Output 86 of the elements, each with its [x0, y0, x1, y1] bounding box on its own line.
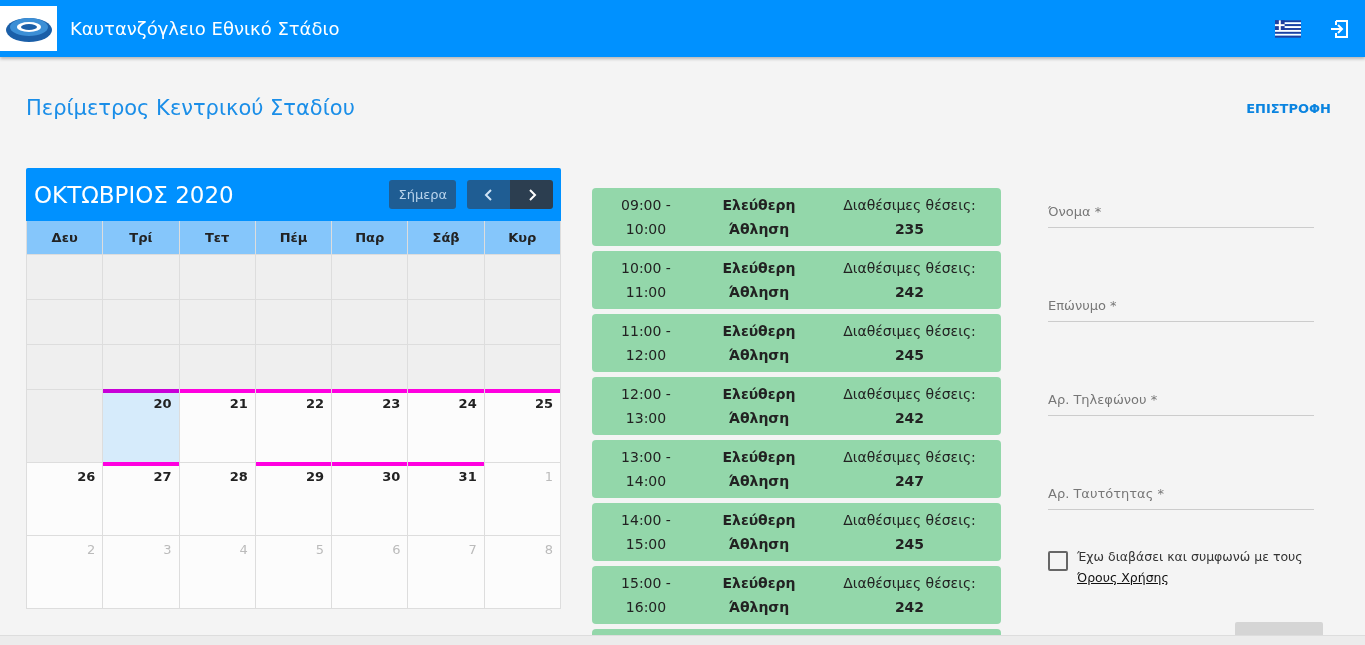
- weekday-header: Πέμ: [255, 221, 333, 255]
- day-number: 8: [544, 541, 554, 557]
- day-number: 21: [229, 395, 249, 411]
- day-cell[interactable]: 22: [255, 390, 333, 463]
- slot-activity: Ελεύθερη Άθληση: [722, 386, 796, 426]
- weekday-header: Σάβ: [408, 221, 485, 255]
- slot-time: 13:00 - 14:00: [621, 449, 671, 489]
- text-field[interactable]: Όνομα *: [1048, 188, 1314, 228]
- weekday-header: Παρ: [332, 221, 409, 255]
- back-link[interactable]: ΕΠΙΣΤΡΟΦΗ: [1246, 100, 1331, 116]
- day-cell[interactable]: 27: [103, 463, 180, 536]
- previous-button[interactable]: [467, 180, 510, 209]
- available-seats: Διαθέσιμες θέσεις: 235: [818, 197, 1001, 241]
- page-title: Περίμετρος Κεντρικού Σταδίου: [26, 96, 355, 120]
- app-title: Καυτανζόγλειο Εθνικό Στάδιο: [70, 18, 341, 39]
- text-field[interactable]: Αρ. Τηλεφώνου *: [1048, 376, 1314, 416]
- day-number: 29: [306, 468, 326, 484]
- day-number: 7: [468, 541, 478, 557]
- day-number: 22: [306, 395, 326, 411]
- day-number: 27: [153, 468, 173, 484]
- time-slot-card[interactable]: 14:00 - 15:00 Ελεύθερη Άθληση Διαθέσιμες θέσεις: 245: [592, 503, 1001, 561]
- day-cell[interactable]: 24: [408, 390, 485, 463]
- stadium-logo: [0, 6, 57, 51]
- available-seats: Διαθέσιμες θέσεις: 242: [818, 386, 1001, 430]
- day-cell[interactable]: 31: [408, 463, 485, 536]
- slot-time: 14:00 - 15:00: [621, 512, 671, 552]
- day-number: 30: [382, 468, 402, 484]
- day-number: 6: [392, 541, 402, 557]
- slot-time: 12:00 - 13:00: [621, 386, 671, 426]
- day-number: 26: [77, 468, 97, 484]
- day-number: 24: [458, 395, 478, 411]
- slot-activity: Ελεύθερη Άθληση: [722, 197, 796, 237]
- day-cell[interactable]: 21: [179, 390, 256, 463]
- weekday-header: Τρί: [103, 221, 180, 255]
- day-number: 20: [153, 395, 173, 411]
- time-slot-card[interactable]: 09:00 - 10:00 Ελεύθερη Άθληση Διαθέσιμες θέσεις: 235: [592, 188, 1001, 246]
- time-slot-card[interactable]: 15:00 - 16:00 Ελεύθερη Άθληση Διαθέσιμες θέσεις: 242: [592, 566, 1001, 624]
- day-number: 2: [87, 541, 97, 557]
- day-number: 28: [229, 468, 249, 484]
- chevron-right-icon: [526, 187, 537, 202]
- next-button[interactable]: [510, 180, 553, 209]
- chevron-left-icon: [483, 187, 494, 202]
- time-slot-card[interactable]: 10:00 - 11:00 Ελεύθερη Άθληση Διαθέσιμες θέσεις: 242: [592, 251, 1001, 309]
- day-number: 5: [315, 541, 326, 557]
- slot-activity: Ελεύθερη Άθληση: [722, 449, 796, 489]
- text-field[interactable]: Επώνυμο *: [1048, 282, 1314, 322]
- available-seats: Διαθέσιμες θέσεις: 242: [818, 260, 1001, 304]
- time-slot-card[interactable]: 13:00 - 14:00 Ελεύθερη Άθληση Διαθέσιμες θέσεις: 247: [592, 440, 1001, 498]
- day-cell[interactable]: 30: [332, 463, 409, 536]
- slot-activity: Ελεύθερη Άθληση: [722, 512, 796, 552]
- slot-time: 15:00 - 16:00: [621, 575, 671, 615]
- day-number: 1: [544, 468, 554, 484]
- weekday-header: Δευ: [27, 221, 104, 255]
- today-button[interactable]: Σήμερα: [389, 180, 456, 209]
- slot-time: 11:00 - 12:00: [621, 323, 671, 363]
- day-cell[interactable]: 23: [332, 390, 409, 463]
- day-number: 4: [239, 541, 249, 557]
- day-cell[interactable]: 20: [103, 390, 180, 463]
- terms-text: Έχω διαβάσει και συμφωνώ με τους: [1077, 549, 1303, 564]
- available-seats: Διαθέσιμες θέσεις: 245: [818, 512, 1001, 556]
- terms-link[interactable]: Όρους Χρήσης: [1077, 570, 1169, 585]
- day-number: 25: [534, 395, 554, 411]
- slot-activity: Ελεύθερη Άθληση: [722, 260, 796, 300]
- day-cell[interactable]: 29: [255, 463, 333, 536]
- day-number: 3: [163, 541, 173, 557]
- weekday-header: Κυρ: [484, 221, 561, 255]
- time-slot-card[interactable]: 12:00 - 13:00 Ελεύθερη Άθληση Διαθέσιμες θέσεις: 242: [592, 377, 1001, 435]
- slot-time: 10:00 - 11:00: [621, 260, 671, 300]
- available-seats: Διαθέσιμες θέσεις: 247: [818, 449, 1001, 493]
- slot-activity: Ελεύθερη Άθληση: [722, 323, 796, 363]
- slot-time: 09:00 - 10:00: [621, 197, 671, 237]
- greek-flag-icon[interactable]: [1275, 19, 1301, 38]
- day-cell[interactable]: 25: [484, 390, 561, 463]
- day-cell[interactable]: 28: [179, 463, 256, 536]
- day-cell[interactable]: 26: [27, 463, 104, 536]
- available-seats: Διαθέσιμες θέσεις: 242: [818, 575, 1001, 619]
- slot-activity: Ελεύθερη Άθληση: [722, 575, 796, 615]
- available-seats: Διαθέσιμες θέσεις: 245: [818, 323, 1001, 367]
- time-slot-card[interactable]: 11:00 - 12:00 Ελεύθερη Άθληση Διαθέσιμες θέσεις: 245: [592, 314, 1001, 372]
- weekday-header: Τετ: [179, 221, 256, 255]
- logout-icon[interactable]: [1329, 18, 1349, 39]
- month-title: ΟΚΤΩΒΡΙΟΣ 2020: [34, 181, 235, 208]
- day-number: 31: [458, 468, 478, 484]
- text-field[interactable]: Αρ. Ταυτότητας *: [1048, 470, 1314, 510]
- terms-checkbox[interactable]: [1048, 551, 1068, 571]
- day-number: 23: [382, 395, 402, 411]
